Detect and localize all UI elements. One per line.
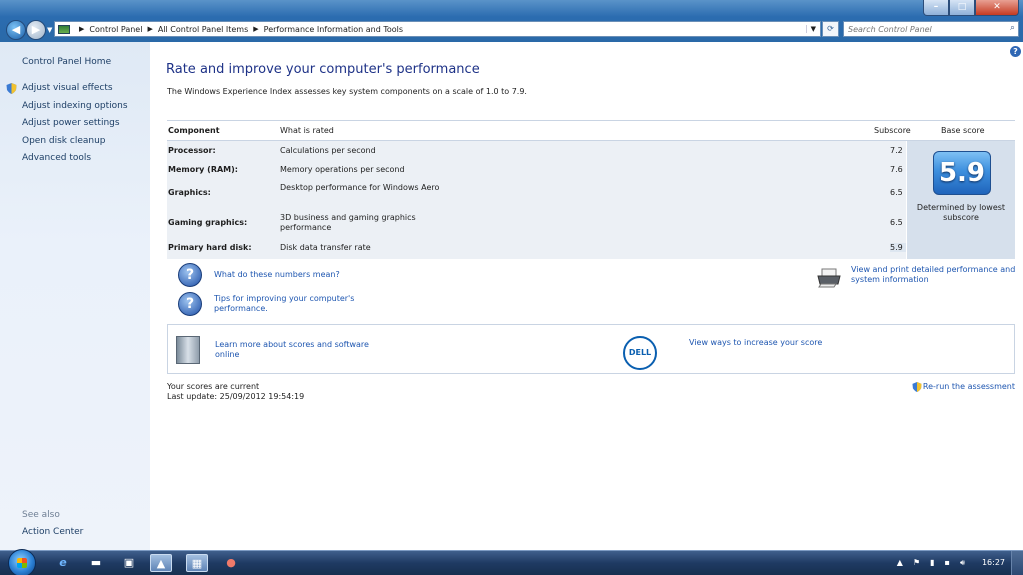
main-content: ? Rate and improve your computer's perfo… [150, 42, 1023, 550]
control-panel-icon [58, 24, 70, 34]
tips-improving-performance-link[interactable]: Tips for improving your computer's perfo… [214, 294, 374, 314]
search-input[interactable] [844, 22, 994, 36]
help-question-icon: ? [178, 292, 202, 316]
uac-shield-icon [912, 382, 922, 392]
close-button[interactable]: ✕ [975, 0, 1019, 16]
what-is-rated: Calculations per second [280, 146, 376, 155]
score-table: Component What is rated Subscore Base sc… [167, 120, 1015, 259]
search-icon[interactable]: ⌕ [1010, 23, 1015, 33]
forward-button[interactable]: ▶ [26, 20, 46, 40]
sidebar-control-panel-home[interactable]: Control Panel Home [22, 57, 111, 67]
start-button[interactable] [8, 549, 36, 575]
score-table-body: Processor: Calculations per second 7.2 M… [167, 141, 906, 259]
header-base-score: Base score [941, 126, 985, 135]
paint-icon[interactable]: ● [220, 554, 242, 572]
header-subscore: Subscore [874, 126, 911, 135]
rerun-assessment[interactable]: Re-run the assessment [912, 382, 1015, 392]
uac-shield-icon [6, 83, 17, 94]
component-name: Memory (RAM): [168, 165, 238, 174]
what-is-rated: Desktop performance for Windows Aero [280, 183, 440, 192]
sidebar-item-open-disk-cleanup[interactable]: Open disk cleanup [22, 136, 128, 154]
component-name: Primary hard disk: [168, 243, 252, 252]
help-icon[interactable]: ? [1010, 46, 1021, 57]
breadcrumb-all-items[interactable]: All Control Panel Items [158, 25, 248, 34]
battery-icon[interactable]: ▪ [945, 558, 950, 568]
sidebar: Control Panel Home Adjust visual effects… [0, 42, 150, 550]
control-panel-taskbar-icon[interactable]: ▦ [186, 554, 208, 572]
show-hidden-icons-icon[interactable]: ▲ [897, 558, 903, 568]
chevron-right-icon[interactable]: ▶ [79, 25, 84, 33]
base-score-caption: Determined by lowest subscore [916, 203, 1006, 222]
see-also-label: See also [22, 510, 60, 520]
subscore: 6.5 [890, 218, 903, 227]
learn-more-panel: Learn more about scores and software onl… [167, 324, 1015, 374]
component-name: Processor: [168, 146, 216, 155]
internet-explorer-icon[interactable]: e [52, 554, 74, 572]
page-title: Rate and improve your computer's perform… [166, 62, 480, 77]
header-component: Component [168, 126, 220, 135]
increase-score-link[interactable]: View ways to increase your score [689, 338, 822, 348]
recent-pages-dropdown-icon[interactable]: ▼ [47, 26, 52, 34]
learn-more-scores-link[interactable]: Learn more about scores and software onl… [215, 340, 385, 360]
back-button[interactable]: ◀ [6, 20, 26, 40]
subscore: 6.5 [890, 188, 903, 197]
address-dropdown-icon[interactable]: ▼ [805, 25, 820, 33]
chevron-right-icon[interactable]: ▶ [147, 25, 152, 33]
volume-icon[interactable]: 🔊︎ [960, 558, 965, 568]
base-score-panel: 5.9 Determined by lowest subscore [907, 141, 1015, 259]
minimize-button[interactable]: – [923, 0, 949, 16]
subscore: 7.2 [890, 146, 903, 155]
network-icon[interactable]: ▮ [930, 558, 934, 568]
what-is-rated: 3D business and gaming graphics performa… [280, 213, 416, 232]
file-explorer-icon[interactable]: ▬ [85, 554, 107, 572]
rerun-assessment-link[interactable]: Re-run the assessment [923, 382, 1015, 392]
last-update-text: Last update: 25/09/2012 19:54:19 [167, 391, 305, 401]
clock[interactable]: 16:27 [982, 558, 1005, 567]
title-bar: – □ ✕ ◀ ▶ ▼ ▶ Control Panel ▶ All Contro… [0, 0, 1023, 42]
printer-icon [817, 268, 841, 288]
dell-logo: DELL [623, 336, 657, 370]
address-bar[interactable]: ▶ Control Panel ▶ All Control Panel Item… [54, 21, 821, 37]
action-center-flag-icon[interactable]: ⚑ [913, 558, 920, 568]
score-table-header: Component What is rated Subscore Base sc… [167, 121, 1015, 141]
window-controls: – □ ✕ [923, 0, 1019, 16]
view-print-details-link[interactable]: View and print detailed performance and … [851, 265, 1019, 285]
maximize-button[interactable]: □ [949, 0, 975, 16]
scores-current-text: Your scores are current [167, 382, 260, 391]
breadcrumb-performance[interactable]: Performance Information and Tools [264, 25, 403, 34]
show-desktop-button[interactable] [1011, 551, 1023, 575]
software-book-icon [176, 336, 200, 364]
chevron-right-icon[interactable]: ▶ [253, 25, 258, 33]
system-tray: ▲ ⚑ ▮ ▪ 🔊︎ [897, 558, 965, 568]
sidebar-item-adjust-visual-effects[interactable]: Adjust visual effects [22, 83, 128, 101]
subscore: 5.9 [890, 243, 906, 252]
media-player-icon[interactable]: ▣ [118, 554, 140, 572]
header-what-is-rated: What is rated [280, 126, 334, 135]
sidebar-item-adjust-power-settings[interactable]: Adjust power settings [22, 118, 128, 136]
search-box[interactable]: ⌕ [843, 21, 1019, 37]
sidebar-item-advanced-tools[interactable]: Advanced tools [22, 153, 128, 171]
taskbar: e ▬ ▣ ▲ ▦ ● ▲ ⚑ ▮ ▪ 🔊︎ 16:27 [0, 549, 1023, 575]
page-subtitle: The Windows Experience Index assesses ke… [167, 87, 527, 96]
taskbar-app-icon[interactable]: ▲ [150, 554, 172, 572]
what-is-rated: Disk data transfer rate [280, 243, 371, 252]
score-status: Your scores are current Last update: 25/… [167, 382, 304, 401]
breadcrumb-control-panel[interactable]: Control Panel [89, 25, 142, 34]
what-do-numbers-mean-link[interactable]: What do these numbers mean? [214, 270, 340, 280]
sidebar-item-adjust-indexing-options[interactable]: Adjust indexing options [22, 101, 128, 119]
base-score-badge: 5.9 [933, 151, 991, 195]
sidebar-item-action-center[interactable]: Action Center [22, 527, 83, 537]
help-question-icon: ? [178, 263, 202, 287]
subscore: 7.6 [890, 165, 903, 174]
component-name: Gaming graphics: [168, 218, 248, 227]
refresh-button[interactable]: ⟳ [822, 21, 839, 37]
what-is-rated: Memory operations per second [280, 165, 405, 174]
sidebar-tasks: Adjust visual effects Adjust indexing op… [22, 83, 128, 171]
component-name: Graphics: [168, 188, 211, 197]
